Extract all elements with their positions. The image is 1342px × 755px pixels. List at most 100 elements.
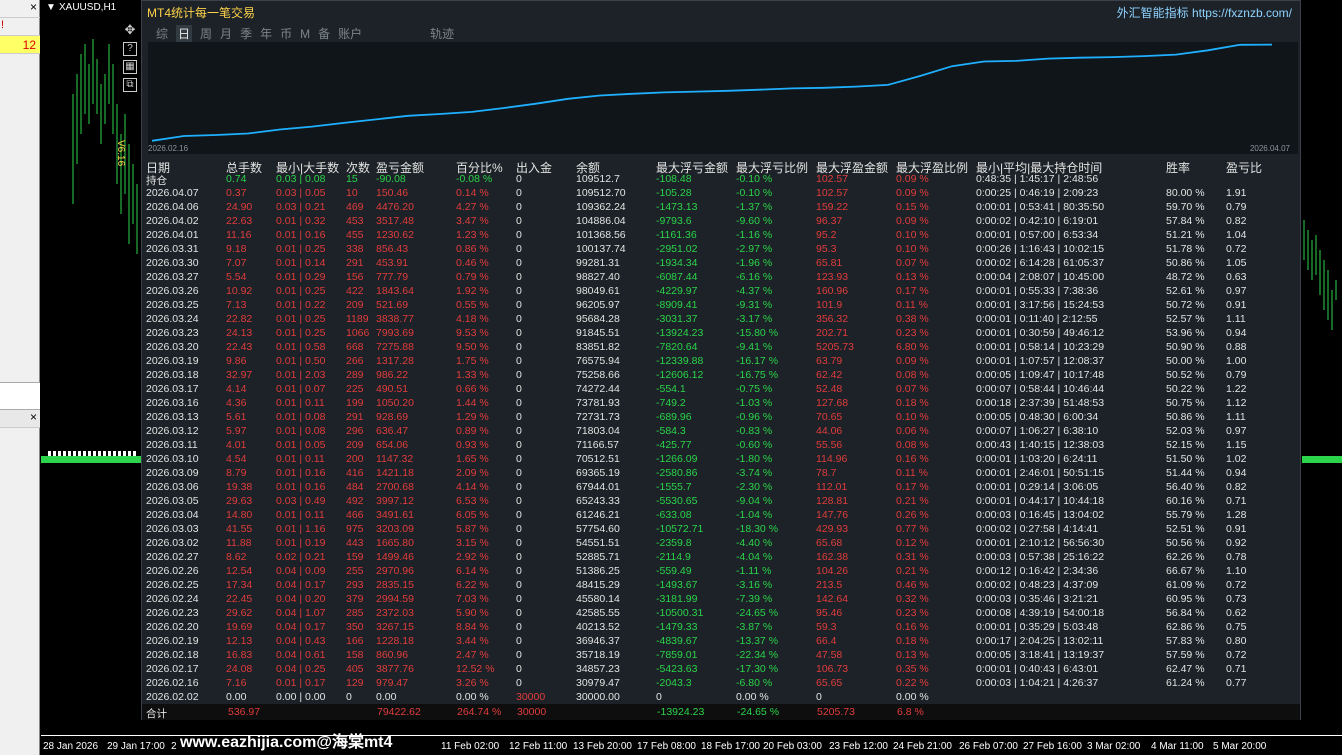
table-cell: 0 [516, 341, 522, 353]
table-row[interactable]: 2026.03.30 7.07 0.01 | 0.14 291 453.91 0.46 %… [142, 257, 1300, 271]
close-icon[interactable]: × [30, 0, 37, 14]
holding-row[interactable]: 持仓 0.74 0.03 | 0.08 15 -90.08 -0.08 % 0 109512.… [142, 173, 1300, 187]
table-cell: 0 [516, 411, 522, 423]
table-cell: 69365.19 [576, 467, 620, 479]
tab-item[interactable]: 季 [240, 25, 252, 42]
table-cell: 0 [516, 467, 522, 479]
tab-item[interactable]: 账户 [338, 25, 362, 42]
table-cell: 0 [516, 481, 522, 493]
ad-link[interactable]: 外汇智能指标 https://fxznzb.com/ [1117, 4, 1292, 21]
table-cell: 22.63 [226, 215, 253, 227]
table-row[interactable]: 2026.03.20 22.43 0.01 | 0.58 668 7275.88 9.50… [142, 341, 1300, 355]
table-row[interactable]: 2026.03.25 7.13 0.01 | 0.22 209 521.69 0.55 %… [142, 299, 1300, 313]
period-tabs: 综日周月季年币 M 备账户 轨迹 [156, 25, 462, 42]
table-cell: 2.92 % [456, 551, 489, 563]
table-cell: 0:00:26 | 1:16:43 | 10:02:15 [976, 243, 1105, 255]
table-row[interactable]: 2026.03.24 22.82 0.01 | 0.25 1189 3838.77 4.1… [142, 313, 1300, 327]
table-row[interactable]: 2026.03.02 11.88 0.01 | 0.19 443 1665.80 3.15… [142, 537, 1300, 551]
tab-item[interactable]: 备 [318, 25, 330, 42]
table-cell: 225 [346, 383, 364, 395]
tab-item[interactable]: 年 [260, 25, 272, 42]
table-cell: 443 [346, 537, 364, 549]
table-row[interactable]: 2026.04.02 22.63 0.01 | 0.32 453 3517.48 3.47… [142, 215, 1300, 229]
table-cell: -10500.31 [656, 607, 704, 619]
tab-item[interactable]: 综 [156, 25, 168, 42]
table-row[interactable]: 2026.02.20 19.69 0.04 | 0.17 350 3267.15 8.84… [142, 621, 1300, 635]
table-row[interactable]: 2026.04.07 0.37 0.03 | 0.05 10 150.46 0.14 % 0… [142, 187, 1300, 201]
close-icon[interactable]: × [30, 410, 37, 424]
tab-item[interactable]: 轨迹 [430, 25, 454, 42]
table-row[interactable]: 2026.03.11 4.01 0.01 | 0.05 209 654.06 0.93 %… [142, 439, 1300, 453]
table-cell: 2026.04.01 [146, 229, 199, 241]
table-cell: 0 [516, 299, 522, 311]
tab-item[interactable]: 月 [220, 25, 232, 42]
table-row[interactable]: 2026.03.19 9.86 0.01 | 0.50 266 1317.28 1.75 … [142, 355, 1300, 369]
left-panel-value-row[interactable]: 12 [0, 36, 40, 54]
table-row[interactable]: 2026.02.17 24.08 0.04 | 0.25 405 3877.76 12.5… [142, 663, 1300, 677]
table-row[interactable]: 2026.03.10 4.54 0.01 | 0.11 200 1147.32 1.65 … [142, 453, 1300, 467]
table-row[interactable]: 2026.03.27 5.54 0.01 | 0.29 156 777.79 0.79 %… [142, 271, 1300, 285]
chevron-down-icon[interactable]: ▼ [46, 2, 56, 13]
table-cell: -1555.7 [656, 481, 692, 493]
tab-item[interactable]: M [300, 27, 310, 41]
table-row[interactable]: 2026.03.06 19.38 0.01 | 0.16 484 2700.68 4.14… [142, 481, 1300, 495]
table-cell: 0.01 | 0.17 [276, 677, 326, 689]
table-row[interactable]: 2026.03.23 24.13 0.01 | 0.25 1066 7993.69 9.5… [142, 327, 1300, 341]
table-cell: 0.04 | 0.25 [276, 663, 326, 675]
table-cell: 142.64 [816, 593, 849, 605]
table-cell: 0.72 [1226, 243, 1247, 255]
table-cell: 986.22 [376, 369, 409, 381]
table-cell: 0:00:43 | 1:40:15 | 12:38:03 [976, 439, 1105, 451]
table-cell: 0.71 [1226, 495, 1247, 507]
table-cell: -2114.9 [656, 551, 691, 563]
left-panel-header-2: × [0, 410, 40, 428]
table-cell: 0:00:01 | 1:07:57 | 12:08:37 [976, 355, 1105, 367]
table-row[interactable]: 2026.02.26 12.54 0.04 | 0.09 255 2970.96 6.14… [142, 565, 1300, 579]
table-cell: 36946.37 [576, 635, 620, 647]
table-cell: 57.83 % [1166, 635, 1205, 647]
tab-item[interactable]: 日 [176, 25, 193, 42]
table-row[interactable]: 2026.02.27 8.62 0.02 | 0.21 159 1499.46 2.92 … [142, 551, 1300, 565]
table-row[interactable]: 2026.02.02 0.00 0.00 | 0.00 0 0.00 0.00 % 3000… [142, 691, 1300, 705]
table-cell: 76575.94 [576, 355, 620, 367]
table-row[interactable]: 2026.02.19 12.13 0.04 | 0.43 166 1228.18 3.44… [142, 635, 1300, 649]
table-row[interactable]: 2026.02.16 7.16 0.01 | 0.17 129 979.47 3.26 %… [142, 677, 1300, 691]
table-cell: 455 [346, 229, 364, 241]
table-cell: 0.00 [226, 691, 247, 703]
copy-icon[interactable]: ⧉ [123, 78, 137, 92]
table-cell: 0:00:03 | 0:16:45 | 13:04:02 [976, 509, 1105, 521]
table-row[interactable]: 2026.03.05 29.63 0.03 | 0.49 492 3997.12 6.53… [142, 495, 1300, 509]
table-cell: 0:00:05 | 3:18:41 | 13:19:37 [976, 649, 1105, 661]
table-row[interactable]: 2026.03.12 5.97 0.01 | 0.08 296 636.47 0.89 %… [142, 425, 1300, 439]
table-row[interactable]: 2026.02.23 29.62 0.04 | 1.07 285 2372.03 5.90… [142, 607, 1300, 621]
table-row[interactable]: 2026.03.13 5.61 0.01 | 0.08 291 928.69 1.29 %… [142, 411, 1300, 425]
grid-icon[interactable]: ▦ [123, 60, 137, 74]
table-cell: 104.26 [816, 565, 849, 577]
table-row[interactable]: 2026.04.01 11.16 0.01 | 0.16 455 1230.62 1.23… [142, 229, 1300, 243]
move-icon[interactable]: ✥ [123, 23, 137, 38]
table-cell: 2026.03.06 [146, 481, 199, 493]
table-row[interactable]: 2026.02.25 17.34 0.04 | 0.17 293 2835.15 6.22… [142, 579, 1300, 593]
help-icon[interactable]: ? [123, 42, 137, 56]
table-row[interactable]: 2026.03.03 41.55 0.01 | 1.16 975 3203.09 5.87… [142, 523, 1300, 537]
table-cell: 9.18 [226, 243, 247, 255]
table-cell: 0 [516, 173, 522, 185]
table-cell: -2580.86 [656, 467, 698, 479]
table-row[interactable]: 2026.03.16 4.36 0.01 | 0.11 199 1050.20 1.44 … [142, 397, 1300, 411]
table-row[interactable]: 2026.03.17 4.14 0.01 | 0.07 225 490.51 0.66 %… [142, 383, 1300, 397]
table-row[interactable]: 2026.03.09 8.79 0.01 | 0.16 416 1421.18 2.09 … [142, 467, 1300, 481]
tab-item[interactable]: 币 [280, 25, 292, 42]
table-cell: 0.03 | 0.21 [276, 201, 326, 213]
table-row[interactable]: 2026.03.04 14.80 0.01 | 0.11 466 3491.61 6.05… [142, 509, 1300, 523]
table-row[interactable]: 2026.03.31 9.18 0.01 | 0.25 338 856.43 0.86 %… [142, 243, 1300, 257]
table-row[interactable]: 2026.04.06 24.90 0.03 | 0.21 469 4476.20 4.27… [142, 201, 1300, 215]
table-row[interactable]: 2026.03.18 32.97 0.01 | 2.03 289 986.22 1.33 … [142, 369, 1300, 383]
table-cell: 0.78 [1226, 551, 1247, 563]
ad-url[interactable]: https://fxznzb.com/ [1192, 6, 1292, 20]
table-cell: 0:00:01 | 0:55:33 | 7:38:36 [976, 285, 1099, 297]
table-cell: 48415.29 [576, 579, 620, 591]
table-row[interactable]: 2026.03.26 10.92 0.01 | 0.25 422 1843.64 1.92… [142, 285, 1300, 299]
tab-item[interactable]: 周 [200, 25, 212, 42]
table-row[interactable]: 2026.02.18 16.83 0.04 | 0.61 158 860.96 2.47 … [142, 649, 1300, 663]
table-row[interactable]: 2026.02.24 22.45 0.04 | 0.20 379 2994.59 7.03… [142, 593, 1300, 607]
